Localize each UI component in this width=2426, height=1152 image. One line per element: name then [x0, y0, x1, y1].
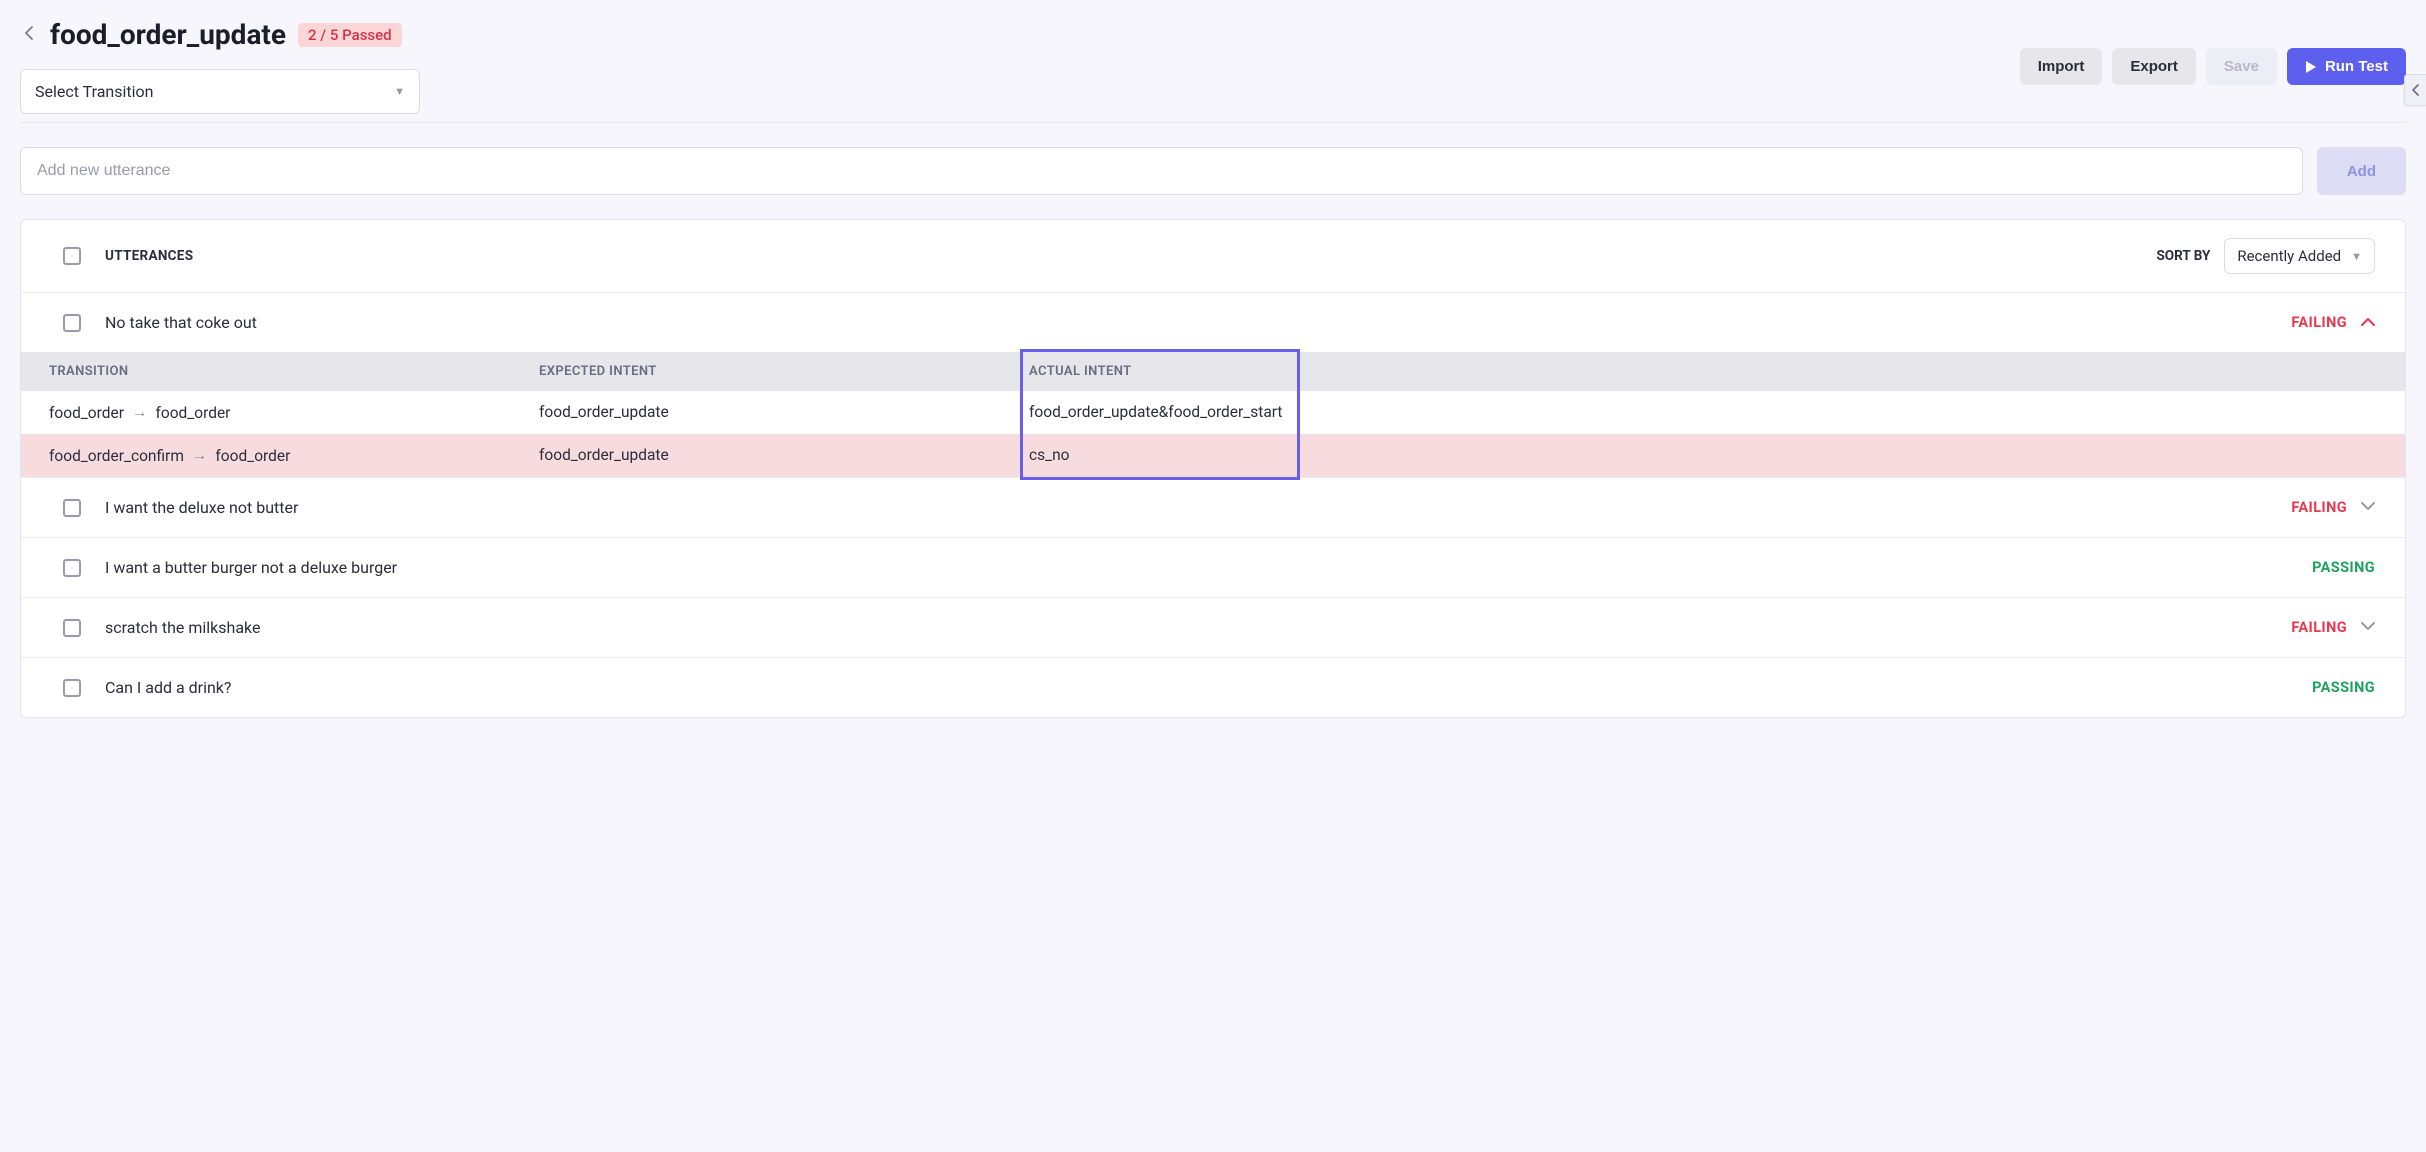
caret-down-icon: ▼ [394, 85, 405, 98]
row-checkbox[interactable] [63, 314, 81, 332]
row-checkbox[interactable] [63, 499, 81, 517]
transition-to: food_order [215, 447, 290, 465]
expected-header: EXPECTED INTENT [539, 364, 1029, 379]
add-utterance-input[interactable] [20, 147, 2303, 195]
expected-intent-cell: food_order_update [539, 446, 1029, 465]
actual-intent-cell: cs_no [1029, 446, 2405, 465]
utterance-row[interactable]: I want a butter burger not a deluxe burg… [21, 537, 2405, 597]
transition-from: food_order_confirm [49, 447, 184, 465]
transition-to: food_order [155, 404, 230, 422]
play-icon [2305, 60, 2317, 74]
header: food_order_update 2 / 5 Passed Select Tr… [20, 18, 2406, 114]
transition-header: TRANSITION [49, 364, 539, 379]
card-header: UTTERANCES SORT BY Recently Added ▼ [21, 220, 2405, 292]
caret-down-icon: ▼ [2351, 250, 2362, 263]
row-checkbox[interactable] [63, 679, 81, 697]
utterance-text: I want the deluxe not butter [105, 498, 298, 517]
chevron-down-icon[interactable] [2361, 620, 2375, 635]
import-button[interactable]: Import [2020, 48, 2103, 85]
arrow-right-icon: → [192, 446, 208, 465]
utterances-column-label: UTTERANCES [105, 248, 193, 264]
transition-cell: food_order → food_order [49, 403, 539, 422]
detail-header-row: TRANSITION EXPECTED INTENT ACTUAL INTENT [21, 352, 2405, 391]
sort-by-label: SORT BY [2156, 248, 2210, 264]
utterance-text: Can I add a drink? [105, 678, 231, 697]
transition-select-label: Select Transition [35, 82, 153, 101]
action-buttons: Import Export Save Run Test [2020, 48, 2406, 85]
back-chevron-icon[interactable] [20, 21, 38, 49]
detail-row: food_order_confirm → food_order food_ord… [21, 434, 2405, 477]
divider [20, 122, 2406, 123]
export-button[interactable]: Export [2112, 48, 2196, 85]
page-title: food_order_update [50, 18, 286, 51]
utterance-row[interactable]: scratch the milkshake FAILING [21, 597, 2405, 657]
actual-header: ACTUAL INTENT [1029, 364, 2405, 379]
status-badge: FAILING [2291, 314, 2347, 331]
utterance-text: I want a butter burger not a deluxe burg… [105, 558, 397, 577]
arrow-right-icon: → [132, 403, 148, 422]
row-checkbox[interactable] [63, 559, 81, 577]
utterance-text: No take that coke out [105, 313, 257, 332]
utterance-row[interactable]: Can I add a drink? PASSING [21, 657, 2405, 717]
save-button: Save [2206, 48, 2277, 85]
status-badge: FAILING [2291, 499, 2347, 516]
status-badge: FAILING [2291, 619, 2347, 636]
detail-row: food_order → food_order food_order_updat… [21, 391, 2405, 434]
actual-intent-cell: food_order_update&food_order_start [1029, 403, 2405, 422]
add-utterance-button: Add [2317, 147, 2406, 195]
sort-select[interactable]: Recently Added ▼ [2224, 238, 2375, 274]
chevron-down-icon[interactable] [2361, 500, 2375, 515]
expected-intent-cell: food_order_update [539, 403, 1029, 422]
page-root: food_order_update 2 / 5 Passed Select Tr… [0, 0, 2426, 750]
transition-cell: food_order_confirm → food_order [49, 446, 539, 465]
sort-select-value: Recently Added [2237, 247, 2341, 265]
chevron-up-icon[interactable] [2361, 315, 2375, 330]
utterance-text: scratch the milkshake [105, 618, 260, 637]
header-left: food_order_update 2 / 5 Passed Select Tr… [20, 18, 420, 114]
transition-from: food_order [49, 404, 124, 422]
utterance-row[interactable]: No take that coke out FAILING [21, 292, 2405, 352]
status-badge: PASSING [2312, 679, 2375, 696]
add-utterance-row: Add [20, 147, 2406, 195]
transition-select[interactable]: Select Transition ▼ [20, 69, 420, 114]
utterance-card: UTTERANCES SORT BY Recently Added ▼ No t… [20, 219, 2406, 718]
utterance-row[interactable]: I want the deluxe not butter FAILING [21, 477, 2405, 537]
pass-count-badge: 2 / 5 Passed [298, 23, 402, 47]
status-badge: PASSING [2312, 559, 2375, 576]
collapse-panel-toggle[interactable] [2404, 74, 2426, 106]
run-test-button[interactable]: Run Test [2287, 48, 2406, 85]
select-all-checkbox[interactable] [63, 247, 81, 265]
run-test-label: Run Test [2325, 58, 2388, 75]
row-checkbox[interactable] [63, 619, 81, 637]
